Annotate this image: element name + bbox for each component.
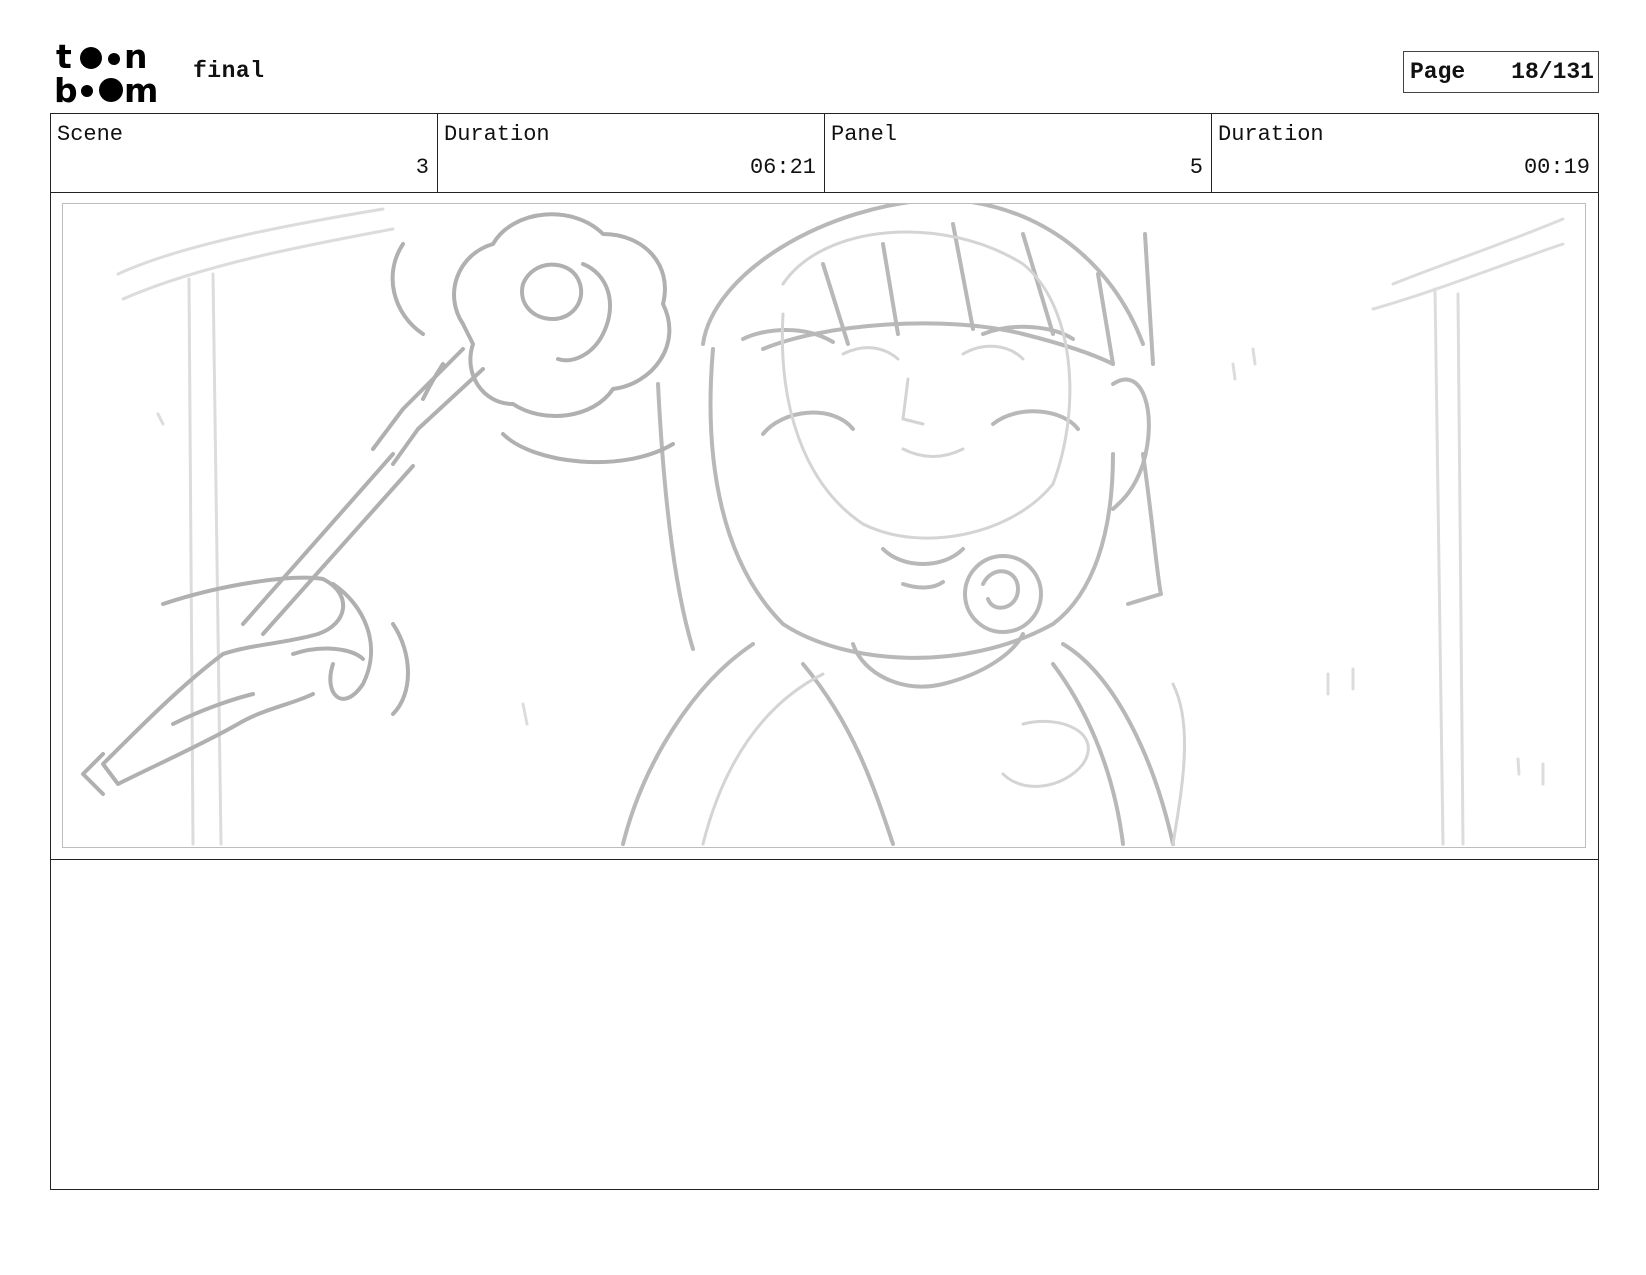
storyboard-panel [50, 192, 1599, 860]
scene-cell: Scene 3 [51, 114, 438, 192]
panel-label: Panel [831, 122, 898, 147]
svg-text:b: b [54, 71, 78, 104]
girl-sketch [621, 204, 1175, 846]
project-title: final [193, 58, 265, 84]
page-label: Page [1410, 59, 1466, 85]
panel-number: 5 [1189, 155, 1203, 180]
panel-info-row: Scene 3 Duration 06:21 Panel 5 Duration … [50, 113, 1599, 193]
hand-sketch [81, 347, 485, 796]
toon-boom-logo: t n b m [54, 37, 174, 110]
svg-text:m: m [124, 71, 158, 104]
toon-boom-logo-mark: t n b m [54, 37, 158, 110]
background-sketch [116, 207, 1565, 846]
panel-cell: Panel 5 [825, 114, 1212, 192]
panel-caption-area[interactable] [50, 859, 1599, 1190]
panel-duration-value: 00:19 [1523, 155, 1590, 180]
scene-label: Scene [57, 122, 124, 147]
page-number: 18/131 [1511, 59, 1594, 85]
flower-sketch [390, 212, 675, 465]
scene-number: 3 [415, 155, 429, 180]
scene-duration-label: Duration [444, 122, 550, 147]
panel-duration-cell: Duration 00:19 [1212, 114, 1598, 192]
scene-duration-cell: Duration 06:21 [438, 114, 825, 192]
panel-duration-label: Duration [1218, 122, 1324, 147]
scene-duration-value: 06:21 [749, 155, 816, 180]
page-indicator: Page 18/131 [1403, 51, 1599, 93]
panel-sketch [62, 203, 1586, 848]
